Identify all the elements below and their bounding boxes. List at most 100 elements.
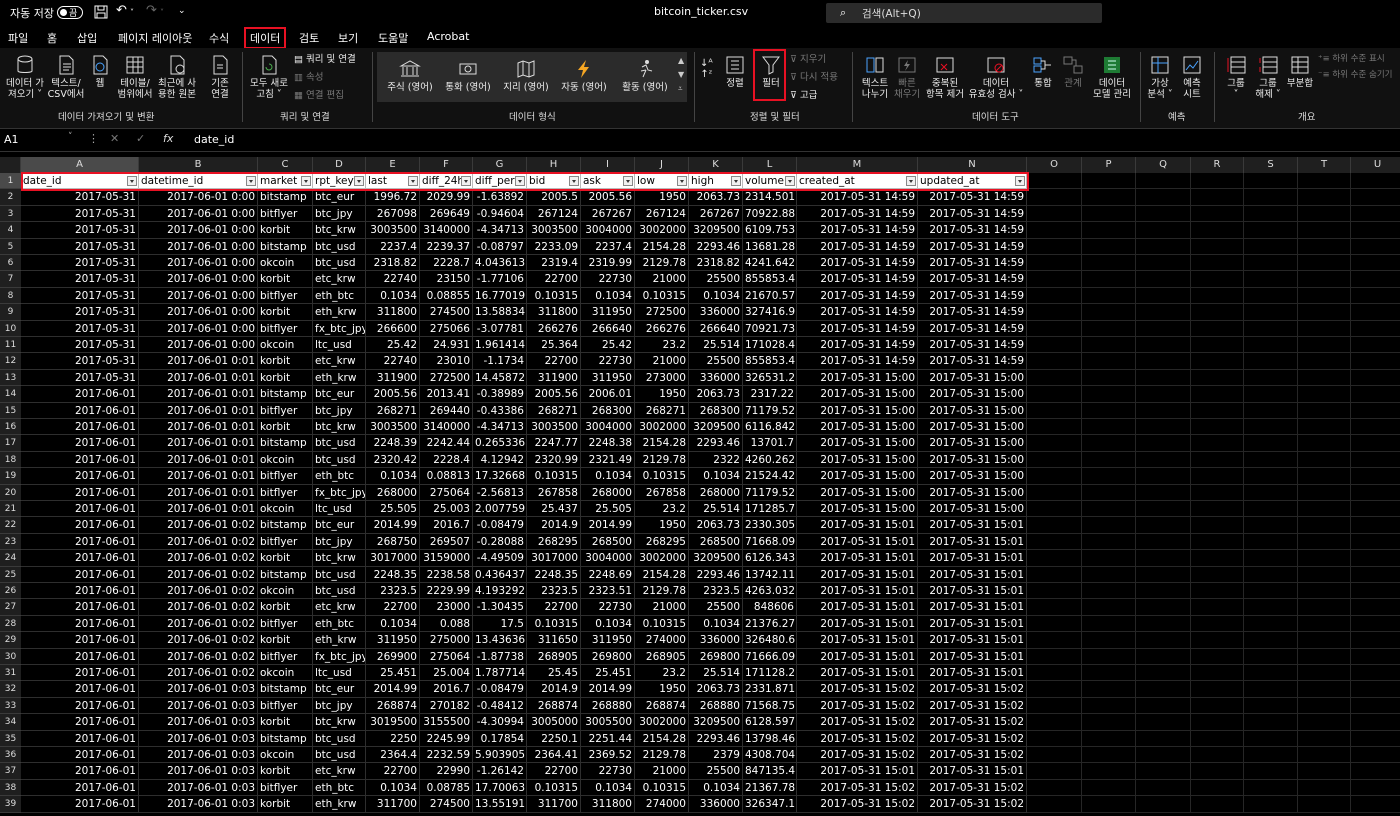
empty-cell[interactable] [1082,714,1136,731]
row-header[interactable]: 12 [0,353,21,370]
enter-icon[interactable]: ✓ [136,132,145,145]
table-cell[interactable]: 2237.4 [366,238,420,255]
table-cell[interactable]: 311700 [366,796,420,813]
table-cell[interactable]: 2017-05-31 14:59 [797,205,918,223]
table-cell[interactable]: 2017-05-31 15:00 [918,468,1027,485]
empty-cell[interactable] [1244,533,1298,551]
empty-cell[interactable] [1136,583,1191,600]
row-header[interactable]: 35 [0,730,21,747]
empty-cell[interactable] [1244,730,1298,747]
column-header[interactable]: M [797,157,918,173]
empty-cell[interactable] [1298,632,1351,649]
empty-cell[interactable] [1298,747,1351,764]
column-header[interactable]: A [21,157,139,173]
table-cell[interactable]: 0.10315 [635,779,689,797]
empty-cell[interactable] [1191,205,1244,223]
empty-cell[interactable] [1027,599,1082,616]
column-header[interactable]: B [139,157,258,173]
table-cell[interactable]: 2369.52 [581,747,635,764]
table-cell[interactable]: korbit [258,353,313,370]
table-cell[interactable]: 25.42 [581,337,635,354]
empty-cell[interactable] [1244,287,1298,305]
empty-cell[interactable] [1298,419,1351,436]
empty-cell[interactable] [1244,796,1298,813]
table-cell[interactable]: 2017-05-31 15:01 [797,566,918,583]
table-cell[interactable]: 2017-06-01 0:00 [139,238,258,255]
table-cell[interactable]: 2017-05-31 15:01 [797,632,918,649]
row-header[interactable]: 30 [0,648,21,665]
table-cell[interactable]: 0.10315 [527,615,581,633]
empty-cell[interactable] [1298,648,1351,665]
column-header[interactable]: C [258,157,313,173]
table-cell[interactable]: 2017-05-31 15:02 [797,714,918,731]
table-cell[interactable]: 2238.58 [420,566,473,583]
empty-cell[interactable] [1351,632,1400,649]
consolidate-button[interactable]: 통합 [1030,54,1056,89]
table-cell[interactable]: 2017-06-01 [21,779,139,797]
gallery-expand-icon[interactable]: ⩡ [678,84,683,94]
table-cell[interactable]: btc_eur [313,517,366,534]
empty-cell[interactable] [1136,320,1191,337]
table-cell[interactable]: 23150 [420,271,473,288]
table-cell[interactable]: bitstamp [258,730,313,747]
table-cell[interactable]: 2017-06-01 [21,697,139,715]
table-cell[interactable]: 4308.704 [743,747,797,764]
customize-toolbar-icon[interactable]: ⌄ [178,6,186,16]
empty-cell[interactable] [1351,583,1400,600]
empty-cell[interactable] [1244,369,1298,387]
manage-data-model-button[interactable]: 데이터 모델 관리 [1090,54,1134,100]
empty-cell[interactable] [1136,402,1191,419]
empty-cell[interactable] [1191,747,1244,764]
empty-cell[interactable] [1027,697,1082,715]
table-cell[interactable]: 2017-06-01 0:02 [139,615,258,633]
table-cell[interactable]: 25.437 [527,501,581,518]
table-cell[interactable]: 6126.343 [743,550,797,567]
table-cell[interactable]: 275066 [420,320,473,337]
table-cell[interactable]: 2017-05-31 15:01 [918,517,1027,534]
table-cell[interactable]: 2017-05-31 15:02 [918,697,1027,715]
table-cell[interactable]: 3002000 [635,550,689,567]
table-cell[interactable]: 2017-05-31 15:02 [797,697,918,715]
empty-cell[interactable] [1298,796,1351,813]
empty-cell[interactable] [1136,550,1191,567]
table-cell[interactable]: 0.088 [420,615,473,633]
advanced-filter-button[interactable]: ⊽ 고급 [790,90,817,101]
table-cell[interactable]: 2017-05-31 14:59 [918,287,1027,305]
table-cell[interactable]: eth_btc [313,615,366,633]
table-cell[interactable]: bitflyer [258,779,313,797]
table-cell[interactable]: korbit [258,632,313,649]
table-cell[interactable]: 2017-06-01 [21,714,139,731]
empty-cell[interactable] [1082,533,1136,551]
empty-cell[interactable] [1351,189,1400,206]
empty-cell[interactable] [1027,435,1082,452]
table-cell[interactable]: 2017-06-01 0:03 [139,779,258,797]
empty-cell[interactable] [1298,205,1351,223]
table-cell[interactable]: 2232.59 [420,747,473,764]
empty-cell[interactable] [1082,320,1136,337]
table-cell[interactable]: 267267 [581,205,635,223]
table-cell[interactable]: 2293.46 [689,730,743,747]
empty-cell[interactable] [1082,369,1136,387]
table-cell[interactable]: 2017-05-31 14:59 [797,189,918,206]
row-header[interactable]: 10 [0,320,21,337]
empty-cell[interactable] [1191,222,1244,239]
empty-cell[interactable] [1191,779,1244,797]
empty-cell[interactable] [1244,271,1298,288]
empty-cell[interactable] [1027,632,1082,649]
empty-cell[interactable] [1191,255,1244,272]
empty-cell[interactable] [1244,501,1298,518]
empty-cell[interactable] [1136,189,1191,206]
empty-cell[interactable] [1298,665,1351,682]
table-cell[interactable]: 70922.88 [743,205,797,223]
table-cell[interactable]: 2154.28 [635,435,689,452]
table-cell[interactable]: 2017-05-31 15:02 [918,681,1027,698]
empty-cell[interactable] [1298,320,1351,337]
table-cell[interactable]: 0.08785 [420,779,473,797]
row-header[interactable]: 17 [0,435,21,452]
column-header[interactable]: N [918,157,1027,173]
empty-cell[interactable] [1191,566,1244,583]
table-cell[interactable]: 2017-05-31 [21,271,139,288]
table-cell[interactable]: -4.34713 [473,222,527,239]
empty-cell[interactable] [1191,320,1244,337]
table-cell[interactable]: 2017-05-31 14:59 [918,304,1027,321]
